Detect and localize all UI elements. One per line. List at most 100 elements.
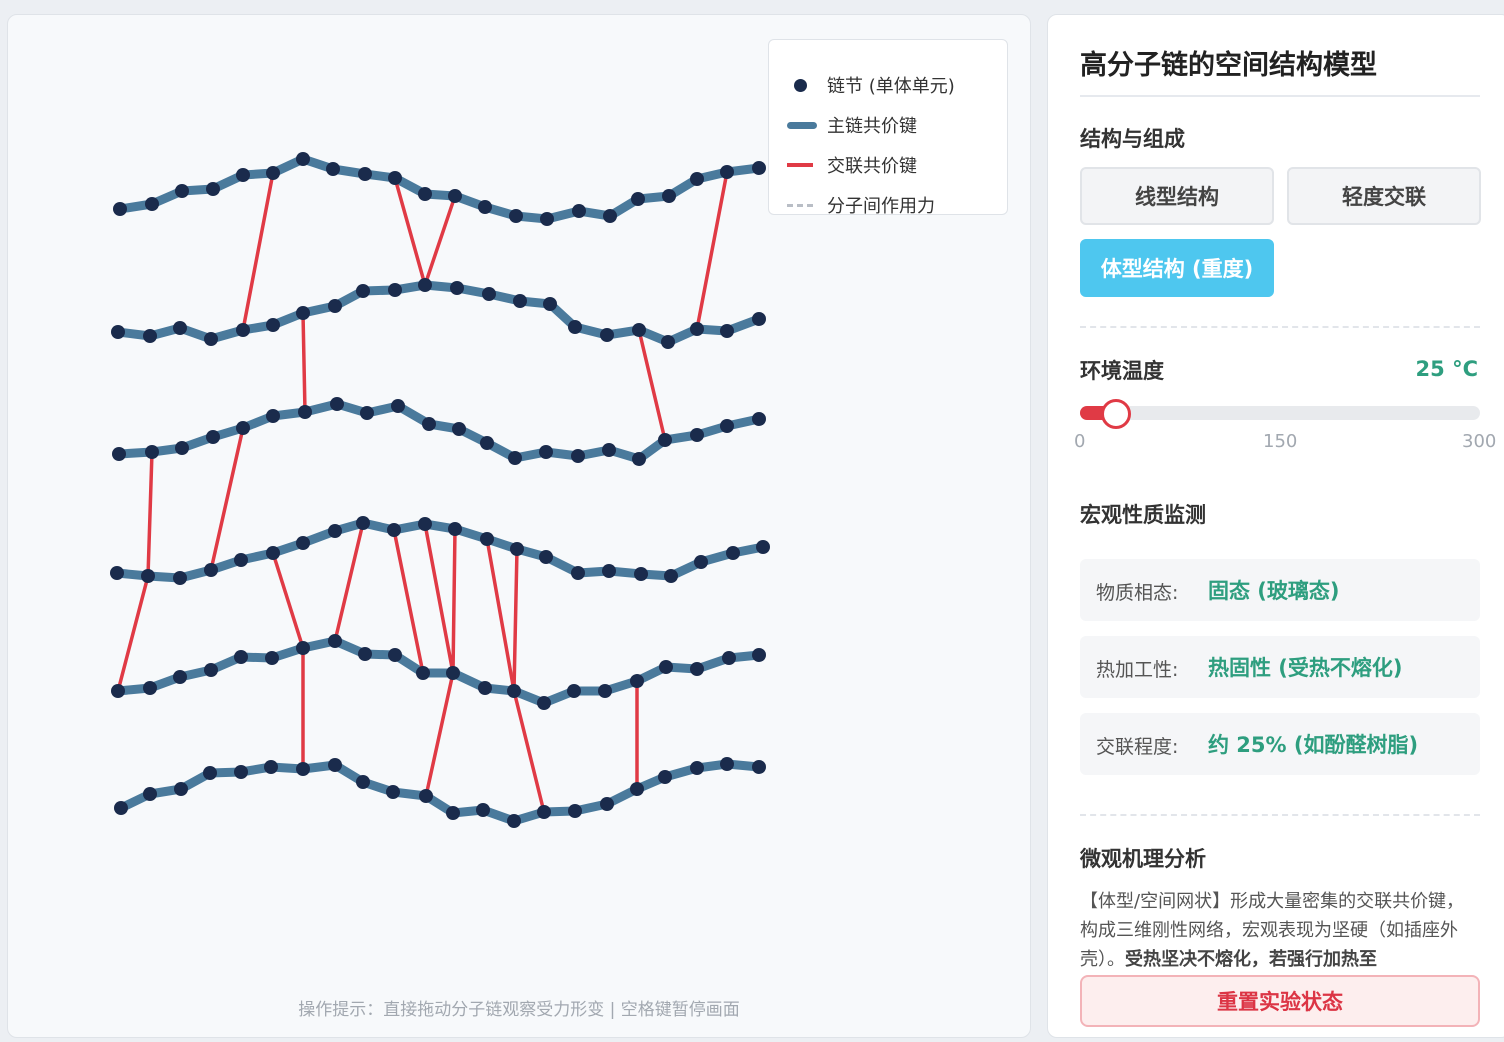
chain-node[interactable] xyxy=(664,569,678,583)
chain-node[interactable] xyxy=(722,651,736,665)
chain-node[interactable] xyxy=(296,641,310,655)
chain-node[interactable] xyxy=(450,281,464,295)
chain-node[interactable] xyxy=(572,204,586,218)
chain-node[interactable] xyxy=(537,805,551,819)
chain-node[interactable] xyxy=(236,323,250,337)
chain-node[interactable] xyxy=(418,278,432,292)
chain-node[interactable] xyxy=(419,789,433,803)
chain-node[interactable] xyxy=(752,648,766,662)
chain-node[interactable] xyxy=(265,651,279,665)
chain-node[interactable] xyxy=(298,405,312,419)
chain-node[interactable] xyxy=(507,684,521,698)
chain-node[interactable] xyxy=(204,663,218,677)
chain-node[interactable] xyxy=(206,430,220,444)
chain-node[interactable] xyxy=(690,761,704,775)
chain-node[interactable] xyxy=(328,758,342,772)
light-crosslink-button[interactable]: 轻度交联 xyxy=(1287,167,1481,225)
chain-node[interactable] xyxy=(175,441,189,455)
chain-node[interactable] xyxy=(452,422,466,436)
chain-node[interactable] xyxy=(567,684,581,698)
chain-node[interactable] xyxy=(174,782,188,796)
chain-node[interactable] xyxy=(480,532,494,546)
chain-node[interactable] xyxy=(266,318,280,332)
chain-node[interactable] xyxy=(600,797,614,811)
chain-node[interactable] xyxy=(632,452,646,466)
chain-node[interactable] xyxy=(173,670,187,684)
chain-node[interactable] xyxy=(690,322,704,336)
chain-node[interactable] xyxy=(330,397,344,411)
chain-node[interactable] xyxy=(203,766,217,780)
chain-node[interactable] xyxy=(356,775,370,789)
chain-node[interactable] xyxy=(360,406,374,420)
chain-node[interactable] xyxy=(296,152,310,166)
chain-node[interactable] xyxy=(602,443,616,457)
chain-node[interactable] xyxy=(752,412,766,426)
chain-node[interactable] xyxy=(752,161,766,175)
chain-node[interactable] xyxy=(602,564,616,578)
chain-node[interactable] xyxy=(476,803,490,817)
chain-node[interactable] xyxy=(356,516,370,530)
chain-node[interactable] xyxy=(111,684,125,698)
chain-node[interactable] xyxy=(630,674,644,688)
chain-node[interactable] xyxy=(630,782,644,796)
chain-node[interactable] xyxy=(632,323,646,337)
chain-node[interactable] xyxy=(690,172,704,186)
chain-node[interactable] xyxy=(537,696,551,710)
chain-node[interactable] xyxy=(690,662,704,676)
chain-node[interactable] xyxy=(418,517,432,531)
chain-node[interactable] xyxy=(234,553,248,567)
chain-node[interactable] xyxy=(446,806,460,820)
chain-node[interactable] xyxy=(661,335,675,349)
temperature-slider[interactable] xyxy=(1080,399,1480,429)
chain-node[interactable] xyxy=(143,681,157,695)
chain-node[interactable] xyxy=(571,566,585,580)
chain-node[interactable] xyxy=(448,189,462,203)
chain-node[interactable] xyxy=(568,320,582,334)
chain-node[interactable] xyxy=(328,299,342,313)
chain-node[interactable] xyxy=(113,202,127,216)
chain-node[interactable] xyxy=(143,787,157,801)
chain-node[interactable] xyxy=(326,162,340,176)
temperature-slider-thumb[interactable] xyxy=(1101,399,1132,429)
chain-node[interactable] xyxy=(236,421,250,435)
chain-node[interactable] xyxy=(204,563,218,577)
chain-node[interactable] xyxy=(720,757,734,771)
chain-node[interactable] xyxy=(480,436,494,450)
chain-node[interactable] xyxy=(416,666,430,680)
chain-node[interactable] xyxy=(173,321,187,335)
chain-node[interactable] xyxy=(358,167,372,181)
chain-node[interactable] xyxy=(600,328,614,342)
chain-node[interactable] xyxy=(513,294,527,308)
chain-node[interactable] xyxy=(111,325,125,339)
chain-node[interactable] xyxy=(391,399,405,413)
chain-node[interactable] xyxy=(386,785,400,799)
chain-node[interactable] xyxy=(752,312,766,326)
chain-node[interactable] xyxy=(658,770,672,784)
chain-node[interactable] xyxy=(388,171,402,185)
chain-node[interactable] xyxy=(543,297,557,311)
chain-node[interactable] xyxy=(508,451,522,465)
chain-node[interactable] xyxy=(510,542,524,556)
chain-node[interactable] xyxy=(234,765,248,779)
chain-node[interactable] xyxy=(659,660,673,674)
chain-node[interactable] xyxy=(388,648,402,662)
chain-node[interactable] xyxy=(112,447,126,461)
linear-structure-button[interactable]: 线型结构 xyxy=(1080,167,1274,225)
chain-node[interactable] xyxy=(387,523,401,537)
chain-node[interactable] xyxy=(690,428,704,442)
chain-node[interactable] xyxy=(603,209,617,223)
chain-node[interactable] xyxy=(598,684,612,698)
chain-node[interactable] xyxy=(266,546,280,560)
chain-node[interactable] xyxy=(356,284,370,298)
chain-node[interactable] xyxy=(752,760,766,774)
chain-node[interactable] xyxy=(726,546,740,560)
chain-node[interactable] xyxy=(482,287,496,301)
chain-node[interactable] xyxy=(478,200,492,214)
chain-node[interactable] xyxy=(571,449,585,463)
chain-node[interactable] xyxy=(694,555,708,569)
chain-node[interactable] xyxy=(478,681,492,695)
chain-node[interactable] xyxy=(204,332,218,346)
chain-node[interactable] xyxy=(539,550,553,564)
chain-node[interactable] xyxy=(388,283,402,297)
chain-node[interactable] xyxy=(173,571,187,585)
